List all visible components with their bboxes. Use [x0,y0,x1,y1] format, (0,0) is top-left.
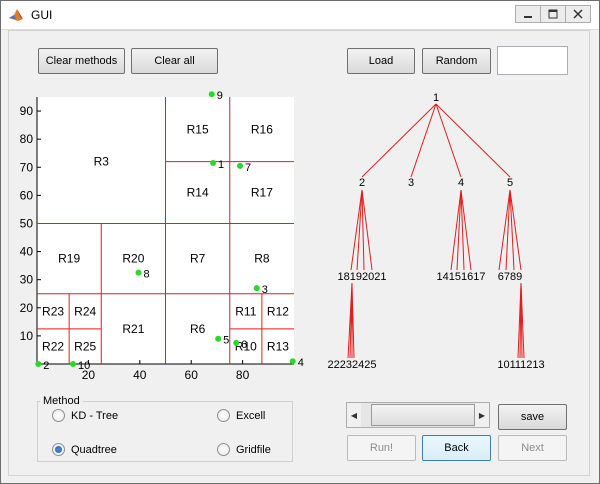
data-point [215,335,222,342]
data-point [253,285,260,292]
data-point [35,361,42,367]
data-point [289,358,296,365]
data-point [233,339,240,346]
method-panel-title: Method [40,395,83,407]
radio-label: Gridfile [236,443,271,456]
region-label: R22 [42,339,64,353]
point-label: 5 [223,335,229,347]
region-label: R8 [254,252,270,266]
radio-label: Quadtree [71,443,117,456]
x-tick-label: 60 [185,368,199,382]
region-label: R7 [190,252,206,266]
radio-label: Excell [236,409,266,422]
slider-left-arrow-icon[interactable]: ◀ [347,403,361,427]
region-label: R11 [235,304,256,318]
tree-edge [361,103,437,178]
y-tick-label: 40 [20,245,34,259]
tree-node-group: 6789 [498,271,522,283]
tree-node-group: 14151617 [437,271,486,283]
region-label: R12 [267,304,289,318]
tree-node: 4 [458,177,464,189]
data-point [237,162,244,169]
data-point [208,91,215,98]
tree-node: 5 [507,177,513,189]
point-label: 10 [78,360,90,372]
region-label: R21 [122,322,144,336]
region-label: R25 [74,339,96,353]
x-tick-label: 80 [236,368,250,382]
x-tick-label: 40 [133,368,147,382]
tree-edge [435,103,462,178]
region-label: R16 [251,122,273,136]
y-tick-label: 80 [20,132,34,146]
point-label: 1 [218,159,224,171]
slider-thumb[interactable] [371,404,475,426]
tree-node-group: 10111213 [497,359,544,371]
y-tick-label: 10 [20,329,34,343]
point-label: 9 [217,90,223,102]
y-tick-label: 20 [20,301,34,315]
y-tick-label: 70 [20,160,34,174]
point-label: 7 [245,162,251,174]
y-tick-label: 60 [20,188,34,202]
point-label: 4 [298,357,304,369]
save-button[interactable]: save [498,404,567,430]
radio-quadtree[interactable]: Quadtree [52,443,117,456]
tree-node-group: 22232425 [328,359,377,371]
tree-edge [410,103,437,178]
data-point [69,361,76,367]
region-label: R24 [74,304,96,318]
radio-label: KD - Tree [71,409,119,422]
region-label: R17 [251,186,273,200]
region-label: R3 [94,155,110,169]
point-label: 3 [262,284,268,296]
tree-edge [435,103,511,178]
radio-button-icon [52,409,65,422]
y-tick-label: 90 [20,104,34,118]
region-label: R19 [58,252,80,266]
run-button[interactable]: Run! [347,435,416,461]
radio-button-icon [217,443,230,456]
next-button[interactable]: Next [498,435,567,461]
region-label: R14 [187,186,209,200]
tree-edge [356,189,363,271]
radio-kd-tree[interactable]: KD - Tree [52,409,118,422]
region-label: R23 [42,304,64,318]
y-tick-label: 50 [20,216,34,230]
slider-right-arrow-icon[interactable]: ▶ [475,403,489,427]
back-button[interactable]: Back [422,435,491,461]
tree-edge [350,189,363,271]
radio-excell[interactable]: Excell [217,409,265,422]
tree-node-root: 1 [433,92,439,104]
region-label: R15 [187,122,209,136]
point-label: 6 [241,339,247,351]
step-slider[interactable]: ◀ ▶ [346,402,490,428]
tree-node-group: 18192021 [338,271,387,283]
radio-gridfile[interactable]: Gridfile [217,443,271,456]
data-point [135,269,142,276]
region-label: R13 [267,339,289,353]
region-label: R20 [122,252,144,266]
quadtree-diagram: 1 2 3 4 5 18192021 14151617 6789 22232425 1011121… [328,92,545,371]
radio-button-icon [217,409,230,422]
radio-button-selected-icon [52,443,65,456]
y-tick-label: 30 [20,273,34,287]
tree-node: 3 [408,177,414,189]
region-label: R6 [190,322,206,336]
point-label: 2 [43,360,49,372]
data-point [210,160,217,167]
tree-node: 2 [359,177,365,189]
point-label: 8 [144,269,150,281]
